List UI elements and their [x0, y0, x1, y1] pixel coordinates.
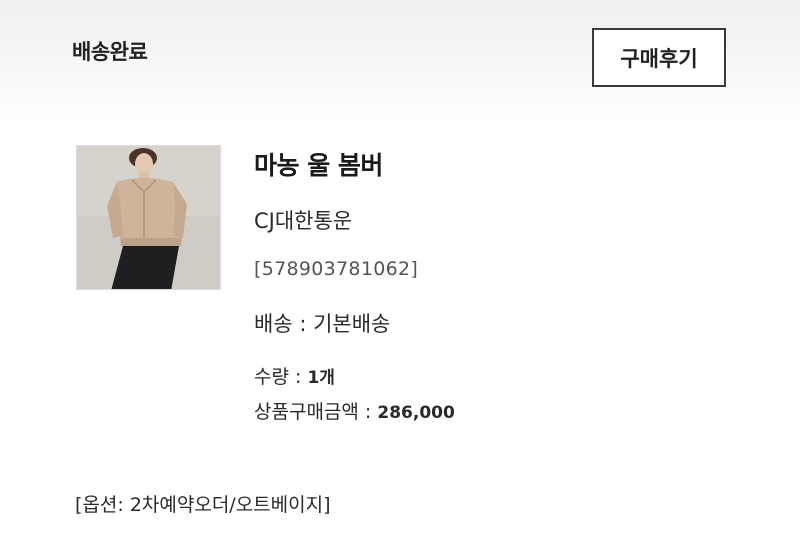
shipping-method: 배송 : 기본배송	[254, 308, 390, 338]
product-option: [옵션: 2차예약오더/오트베이지]	[75, 494, 331, 516]
quantity-label: 수량 :	[254, 366, 308, 388]
carrier-name: CJ대한통운	[254, 209, 353, 233]
price-label: 상품구매금액 :	[254, 401, 378, 423]
shipping-value: 기본배송	[313, 312, 391, 336]
quantity-value: 1개	[307, 368, 335, 388]
purchase-price: 상품구매금액 : 286,000	[254, 397, 455, 424]
shipping-label: 배송 :	[254, 312, 314, 336]
quantity: 수량 : 1개	[254, 362, 335, 389]
price-value: 286,000	[377, 403, 455, 423]
product-thumbnail[interactable]	[76, 145, 221, 290]
order-status: 배송완료	[72, 40, 148, 64]
product-name[interactable]: 마농 울 봄버	[254, 146, 383, 182]
product-photo-icon	[77, 146, 220, 289]
write-review-button[interactable]: 구매후기	[592, 28, 726, 87]
tracking-number[interactable]: [578903781062]	[254, 258, 418, 280]
